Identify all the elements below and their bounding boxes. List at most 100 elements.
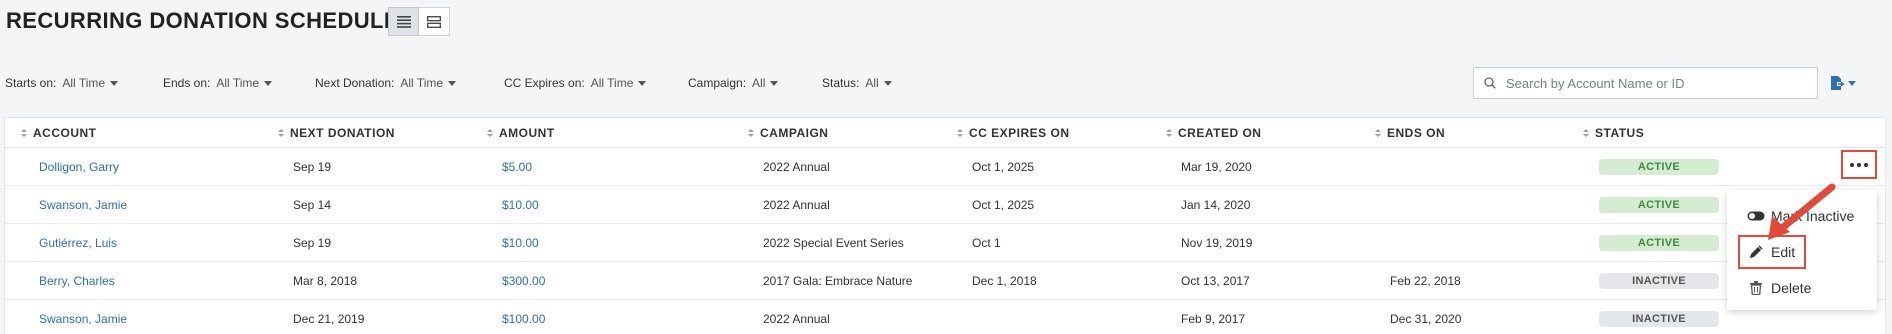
column-label: ACCOUNT: [33, 126, 97, 140]
filter-label: Ends on:: [163, 76, 211, 90]
menu-item-label: Delete: [1771, 280, 1812, 296]
table-row[interactable]: Swanson, Jamie Sep 14 $10.00 2022 Annual…: [5, 186, 1885, 224]
filter-label: CC Expires on:: [504, 76, 585, 90]
column-label: NEXT DONATION: [290, 126, 395, 140]
ends-on-cell: Dec 31, 2020: [1390, 312, 1462, 326]
filter-label: Starts on:: [5, 76, 57, 90]
cc-expires-cell: Oct 1, 2025: [972, 160, 1035, 174]
filter-ends-on[interactable]: Ends on: All Time: [163, 76, 315, 90]
annotation-arrow: [1768, 183, 1836, 240]
created-on-cell: Oct 13, 2017: [1181, 274, 1250, 288]
table-row[interactable]: Gutiérrez, Luis Sep 19 $10.00 2022 Speci…: [5, 224, 1885, 262]
caret-down-icon: [770, 80, 779, 86]
sort-icon: [1583, 129, 1589, 137]
cc-expires-cell: Oct 1, 2025: [972, 198, 1035, 212]
column-header-account[interactable]: ACCOUNT: [21, 118, 97, 148]
sort-icon: [957, 129, 963, 137]
filter-cc-expires[interactable]: CC Expires on: All Time: [504, 76, 688, 90]
column-header-created-on[interactable]: CREATED ON: [1166, 118, 1261, 148]
sort-icon: [278, 129, 284, 137]
caret-down-icon: [448, 80, 457, 86]
column-header-amount[interactable]: AMOUNT: [487, 118, 555, 148]
campaign-cell: 2022 Annual: [763, 160, 830, 174]
account-link[interactable]: Swanson, Jamie: [39, 300, 127, 334]
amount-link[interactable]: $100.00: [502, 300, 545, 334]
row-actions-button[interactable]: [1841, 150, 1877, 179]
filter-bar: Starts on: All Time Ends on: All Time Ne…: [5, 76, 942, 90]
search-icon: [1484, 77, 1496, 89]
card-view-icon: [427, 15, 441, 28]
account-link[interactable]: Dolligon, Garry: [39, 148, 119, 186]
account-link[interactable]: Gutiérrez, Luis: [39, 224, 117, 262]
account-link[interactable]: Swanson, Jamie: [39, 186, 127, 224]
filter-label: Status:: [822, 76, 860, 90]
column-header-ends-on[interactable]: ENDS ON: [1375, 118, 1445, 148]
column-label: ENDS ON: [1387, 126, 1446, 140]
search-input[interactable]: [1506, 75, 1806, 91]
created-on-cell: Jan 14, 2020: [1181, 198, 1251, 212]
list-view-button[interactable]: [388, 7, 419, 36]
cc-expires-cell: Dec 1, 2018: [972, 274, 1037, 288]
amount-link[interactable]: $300.00: [502, 262, 545, 300]
trash-icon: [1747, 281, 1765, 295]
next-donation-cell: Mar 8, 2018: [293, 274, 358, 288]
next-donation-cell: Sep 14: [293, 198, 332, 212]
caret-down-icon: [110, 80, 119, 86]
table-row[interactable]: Swanson, Jamie Dec 21, 2019 $100.00 2022…: [5, 300, 1885, 334]
filter-value: All: [865, 76, 879, 90]
column-header-status[interactable]: STATUS: [1583, 118, 1644, 148]
table-header: ACCOUNT NEXT DONATION AMOUNT CAMPAIGN CC…: [5, 118, 1885, 148]
sort-icon: [487, 129, 493, 137]
more-dots-icon: [1850, 162, 1854, 167]
export-icon: [1831, 76, 1845, 90]
amount-link[interactable]: $5.00: [502, 148, 532, 186]
caret-down-icon: [638, 80, 647, 86]
created-on-cell: Feb 9, 2017: [1181, 312, 1246, 326]
campaign-cell: 2022 Annual: [763, 312, 830, 326]
filter-status[interactable]: Status: All: [822, 76, 942, 90]
status-badge: INACTIVE: [1599, 273, 1719, 289]
filter-label: Next Donation:: [315, 76, 395, 90]
filter-value: All: [752, 76, 766, 90]
column-label: AMOUNT: [499, 126, 555, 140]
table-row[interactable]: Berry, Charles Mar 8, 2018 $300.00 2017 …: [5, 262, 1885, 300]
ends-on-cell: Feb 22, 2018: [1390, 274, 1461, 288]
more-dots-icon: [1864, 162, 1868, 167]
list-view-icon: [396, 15, 411, 28]
page-title: RECURRING DONATION SCHEDULES: [6, 8, 415, 33]
view-toggle: [388, 7, 450, 36]
filter-campaign[interactable]: Campaign: All: [688, 76, 822, 90]
table-row[interactable]: Dolligon, Garry Sep 19 $5.00 2022 Annual…: [5, 148, 1885, 186]
column-header-campaign[interactable]: CAMPAIGN: [748, 118, 828, 148]
menu-item-delete[interactable]: Delete: [1747, 280, 1811, 296]
column-header-next-donation[interactable]: NEXT DONATION: [278, 118, 395, 148]
filter-label: Campaign:: [688, 76, 747, 90]
status-badge: ACTIVE: [1599, 159, 1719, 175]
column-label: CC EXPIRES ON: [969, 126, 1070, 140]
column-label: CAMPAIGN: [760, 126, 829, 140]
created-on-cell: Nov 19, 2019: [1181, 236, 1253, 250]
status-badge: ACTIVE: [1599, 235, 1719, 251]
caret-down-icon: [883, 80, 892, 86]
sort-icon: [1166, 129, 1172, 137]
created-on-cell: Mar 19, 2020: [1181, 160, 1252, 174]
card-view-button[interactable]: [419, 7, 450, 36]
campaign-cell: 2022 Special Event Series: [763, 236, 904, 250]
donation-schedule-table: ACCOUNT NEXT DONATION AMOUNT CAMPAIGN CC…: [4, 117, 1886, 334]
filter-starts-on[interactable]: Starts on: All Time: [5, 76, 163, 90]
status-badge: INACTIVE: [1599, 311, 1719, 327]
amount-link[interactable]: $10.00: [502, 224, 539, 262]
campaign-cell: 2022 Annual: [763, 198, 830, 212]
export-button[interactable]: [1829, 75, 1856, 91]
filter-value: All Time: [400, 76, 444, 90]
column-header-cc-expires[interactable]: CC EXPIRES ON: [957, 118, 1070, 148]
amount-link[interactable]: $10.00: [502, 186, 539, 224]
caret-down-icon: [264, 80, 273, 86]
filter-next-donation[interactable]: Next Donation: All Time: [315, 76, 504, 90]
column-label: CREATED ON: [1178, 126, 1262, 140]
filter-value: All Time: [62, 76, 106, 90]
search-box: [1473, 67, 1818, 99]
filter-value: All Time: [216, 76, 260, 90]
more-dots-icon: [1857, 162, 1861, 167]
account-link[interactable]: Berry, Charles: [39, 262, 115, 300]
